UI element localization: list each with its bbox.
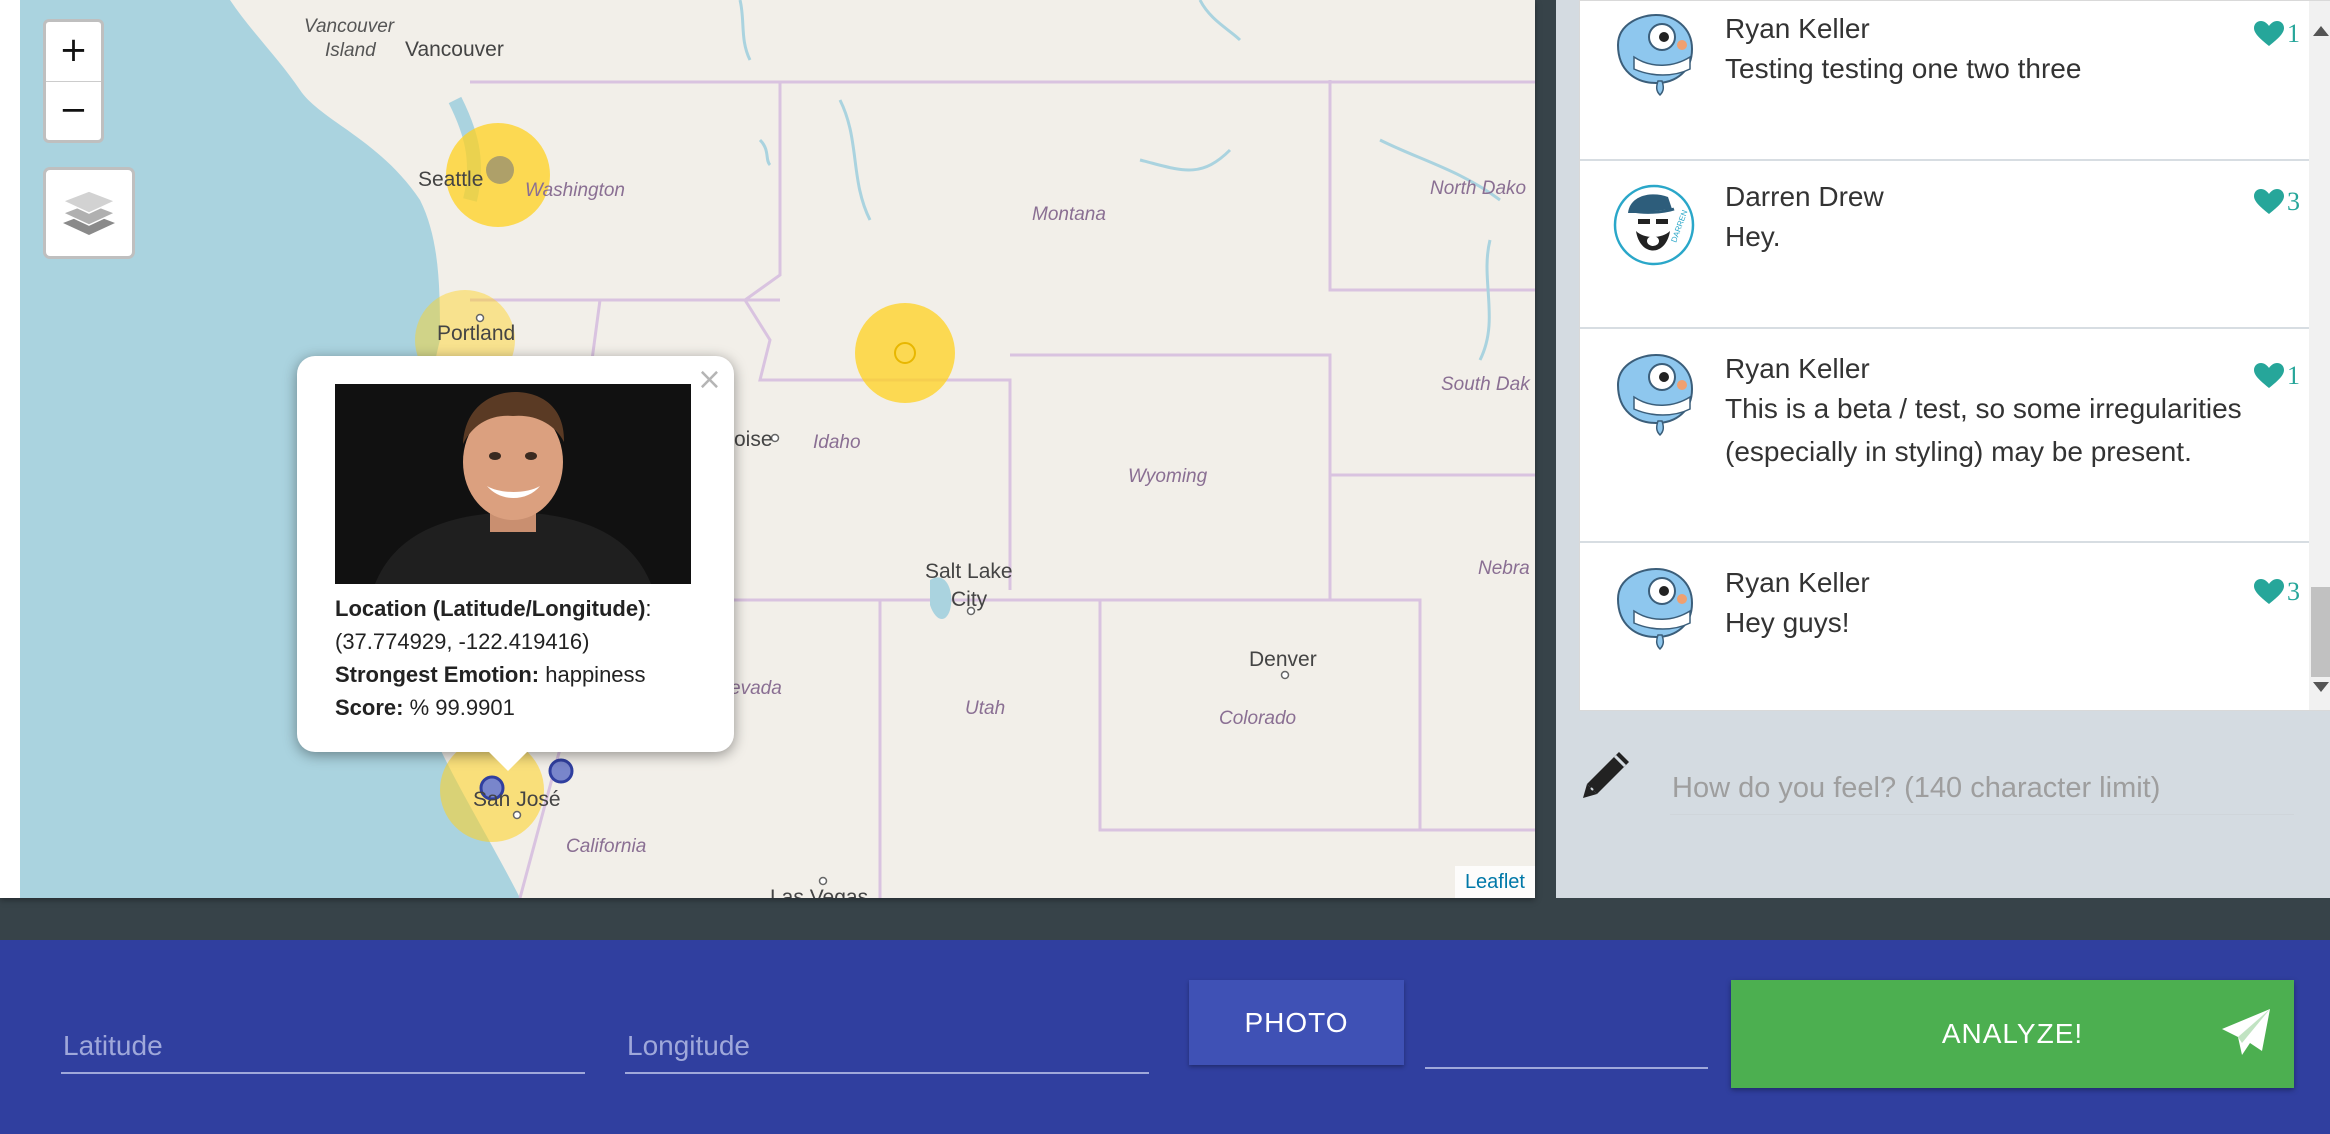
map-label-salt-lake-city: Salt Lake <box>925 560 1013 583</box>
map-label-vancouver-island: Vancouver <box>304 16 395 37</box>
zoom-in-button[interactable]: + <box>46 22 101 82</box>
map-label-nebraska: Nebra <box>1478 558 1530 579</box>
map-label-portland: Portland <box>437 322 516 345</box>
popup-close-button[interactable]: × <box>697 362 722 397</box>
like-count: 1 <box>2287 19 2300 48</box>
map-label-vancouver-island-2: Island <box>325 40 376 61</box>
like-count: 1 <box>2287 361 2300 390</box>
popup-photo <box>335 384 691 584</box>
popup-emotion-label: Strongest Emotion: <box>335 662 540 687</box>
message-text: This is a beta / test, so some irregular… <box>1725 393 2242 467</box>
map-label-california: California <box>566 836 647 857</box>
map-label-boise: oise <box>734 428 773 451</box>
pencil-icon <box>1583 752 1629 798</box>
like-count: 3 <box>2287 577 2300 606</box>
like-count: 3 <box>2287 187 2300 216</box>
map-view[interactable]: Vancouver Island Vancouver Seattle Washi… <box>0 0 1535 898</box>
scroll-down-arrow-icon[interactable] <box>2313 682 2329 692</box>
popup-location-label: Location (Latitude/Longitude) <box>335 596 646 621</box>
message-text: Testing testing one two three <box>1725 53 2082 84</box>
analyze-label: ANALYZE! <box>1941 1018 2084 1049</box>
zoom-control: + − <box>43 19 104 143</box>
gopher-avatar-icon <box>1616 353 1694 437</box>
map-label-montana: Montana <box>1032 204 1106 225</box>
message-feed[interactable]: Ryan Keller Testing testing one two thre… <box>1579 0 2330 711</box>
layers-control-button[interactable] <box>43 167 135 259</box>
message-text: Hey. <box>1725 221 1781 252</box>
scroll-up-arrow-icon[interactable] <box>2313 26 2329 36</box>
zoom-out-button[interactable]: − <box>46 82 101 140</box>
map-label-seattle: Seattle <box>418 168 484 191</box>
compose-area <box>1579 722 2314 892</box>
map-attribution: Leaflet <box>1454 866 1535 898</box>
heart-icon <box>2254 21 2284 46</box>
like-button[interactable]: 3 <box>2254 187 2300 217</box>
like-button[interactable]: 3 <box>2254 577 2300 607</box>
popup-score-value: % 99.9901 <box>409 695 515 720</box>
map-label-salt-lake-city-2: City <box>951 588 988 611</box>
message-item: DARREN Darren Drew Hey. 3 <box>1580 161 2330 329</box>
heart-icon <box>2254 363 2284 388</box>
map-label-wyoming: Wyoming <box>1128 466 1208 487</box>
map-label-denver: Denver <box>1249 648 1317 671</box>
map-label-san-jose: San José <box>473 788 561 811</box>
gopher-avatar-icon <box>1616 13 1694 97</box>
map-label-vancouver: Vancouver <box>405 38 504 61</box>
layers-icon <box>61 190 117 235</box>
longitude-input[interactable] <box>625 1020 1149 1074</box>
chat-panel: Ryan Keller Testing testing one two thre… <box>1556 0 2330 898</box>
map-label-idaho: Idaho <box>813 432 861 453</box>
map-label-nevada: evada <box>730 678 782 699</box>
send-icon <box>2222 1009 2270 1055</box>
feeling-input[interactable] <box>1670 762 2294 815</box>
leaflet-link[interactable]: Leaflet <box>1465 871 1525 893</box>
scroll-thumb[interactable] <box>2311 587 2330 677</box>
feed-scrollbar[interactable] <box>2309 1 2330 710</box>
marker-popup: × Location (Latitude/Longitude): (37.774… <box>297 356 734 771</box>
map-label-north-dakota: North Dako <box>1430 178 1527 199</box>
popup-score-label: Score: <box>335 695 404 720</box>
bearded-man-avatar-icon: DARREN <box>1613 184 1695 266</box>
photo-button[interactable]: PHOTO <box>1189 980 1404 1065</box>
analyze-button[interactable]: ANALYZE! <box>1731 980 2294 1088</box>
message-author: Ryan Keller <box>1725 567 1870 598</box>
map-label-washington: Washington <box>525 180 625 201</box>
popup-tip <box>488 751 528 771</box>
map-label-colorado: Colorado <box>1219 708 1297 729</box>
map-label-las-vegas: Las Vegas <box>770 886 869 898</box>
like-button[interactable]: 1 <box>2254 361 2300 391</box>
analysis-toolbar: PHOTO ANALYZE! <box>0 940 2330 1134</box>
map-label-south-dakota: South Dak <box>1441 374 1530 395</box>
message-author: Darren Drew <box>1725 181 1884 212</box>
message-item: Ryan Keller Testing testing one two thre… <box>1580 1 2330 161</box>
message-item: Ryan Keller This is a beta / test, so so… <box>1580 329 2330 543</box>
latitude-input[interactable] <box>61 1020 585 1074</box>
heart-icon <box>2254 189 2284 214</box>
like-button[interactable]: 1 <box>2254 19 2300 49</box>
popup-emotion-value: happiness <box>545 662 646 687</box>
message-author: Ryan Keller <box>1725 353 1870 384</box>
gopher-avatar-icon <box>1616 567 1694 651</box>
message-item: Ryan Keller Hey guys! 3 <box>1580 543 2330 710</box>
map-label-utah: Utah <box>965 698 1006 719</box>
message-author: Ryan Keller <box>1725 13 1870 44</box>
popup-location-value: (37.774929, -122.419416) <box>335 629 590 654</box>
message-text: Hey guys! <box>1725 607 1850 638</box>
heart-icon <box>2254 579 2284 604</box>
photo-filename-field[interactable] <box>1425 1067 1708 1069</box>
